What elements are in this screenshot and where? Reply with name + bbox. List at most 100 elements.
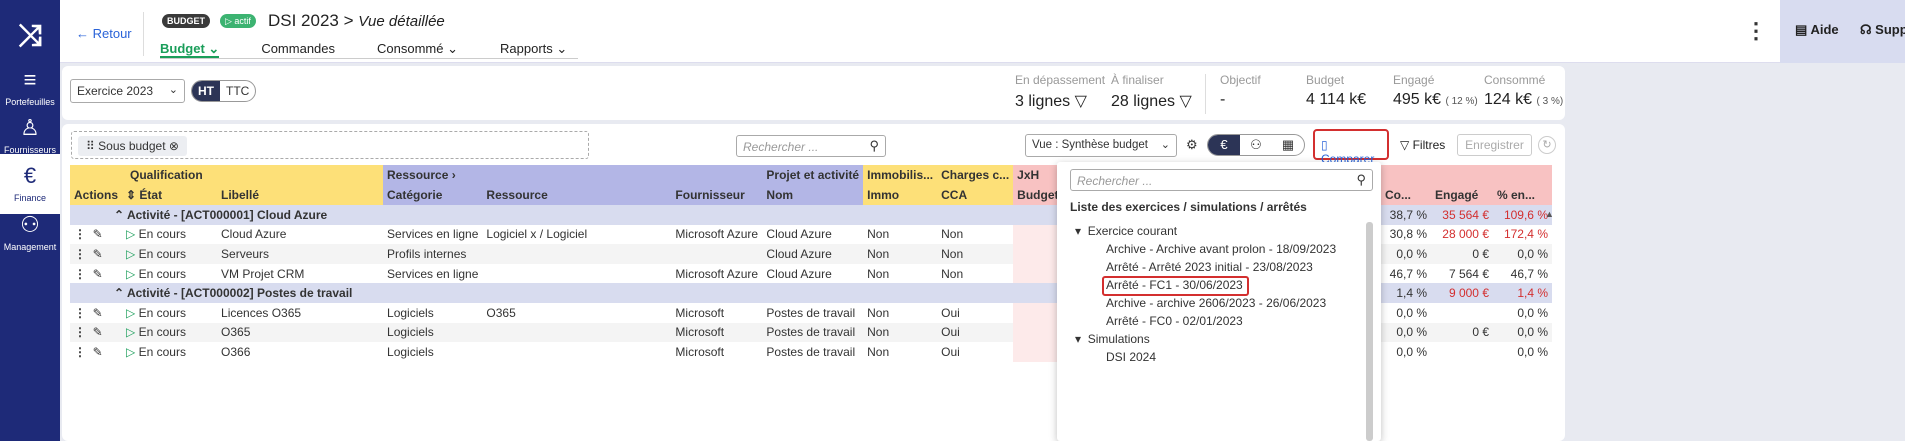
col-fournisseur[interactable]: Fournisseur [671, 185, 763, 205]
search-input[interactable]: Rechercher ... ⚲ [736, 135, 886, 157]
dropdown-item[interactable]: Archive - archive 2606/2023 - 26/06/2023 [1106, 296, 1326, 310]
kebab-icon[interactable]: ⋮ [74, 227, 86, 241]
chevron-right-icon: › [451, 168, 456, 182]
col-actions[interactable]: Actions [70, 185, 123, 205]
table-row[interactable]: ⋮ ✎ ▷ En cours VM Projet CRM Services en li… [70, 263, 1090, 284]
vue-select[interactable]: Vue : Synthèse budget ⌄ [1025, 134, 1177, 157]
cell-res [482, 322, 672, 343]
col-cca[interactable]: CCA [937, 185, 1014, 205]
section-simulations[interactable]: ▾ Simulations [1075, 332, 1150, 346]
col-nom[interactable]: Nom [762, 185, 864, 205]
chevron-down-icon: ⌄ [168, 84, 178, 96]
cell-etat: ▷ En cours [122, 302, 218, 323]
edit-icon[interactable]: ✎ [93, 247, 103, 261]
row-actions[interactable]: ⋮ ✎ [70, 302, 123, 323]
more-menu-icon[interactable]: ⋮ [1745, 18, 1767, 44]
view-mode-toggle[interactable]: € ⚇ ▦ [1207, 134, 1305, 156]
col-ressource[interactable]: Ressource [482, 185, 672, 205]
edit-icon[interactable]: ✎ [93, 267, 103, 281]
building-icon[interactable]: ▦ [1272, 135, 1304, 155]
kebab-icon[interactable]: ⋮ [74, 306, 86, 320]
save-button[interactable]: Enregistrer [1457, 134, 1532, 156]
dropdown-item[interactable]: Archive - Archive avant prolon - 18/09/2… [1106, 242, 1336, 256]
row-actions[interactable]: ⋮ ✎ [70, 322, 123, 343]
table-row[interactable]: ⋮ ✎ ▷ En cours Cloud Azure Services en lign… [70, 224, 1090, 245]
dropdown-scrollbar[interactable] [1366, 222, 1373, 441]
right-columns: Co... Engagé% en... 38,7 % 35 564 €109,6 %… [1381, 165, 1552, 362]
table-row[interactable]: ⋮ ✎ ▷ En cours O365 Logiciels Microsoft Poste… [70, 322, 1090, 343]
kpi-depassement[interactable]: En dépassement 3 lignes ▽ [1015, 73, 1105, 111]
support-button[interactable]: ☊ Support [1860, 22, 1905, 38]
topbar: ← Retour BUDGET ▷ actif DSI 2023 > Vue d… [60, 0, 1905, 63]
col-consomme[interactable]: Co... [1381, 185, 1431, 205]
row-actions[interactable]: ⋮ ✎ [70, 244, 123, 264]
edit-icon[interactable]: ✎ [93, 325, 103, 339]
ht-option[interactable]: HT [192, 81, 220, 101]
dropdown-search-input[interactable]: Rechercher ... ⚲ [1070, 169, 1373, 191]
play-circle-icon: ▷ [126, 325, 136, 340]
cell-pct: 0,0 % [1493, 342, 1552, 362]
dropdown-item[interactable]: Arrêté - Arrêté 2023 initial - 23/08/202… [1106, 260, 1313, 274]
back-link[interactable]: ← Retour [76, 26, 132, 41]
ht-ttc-toggle[interactable]: HT TTC [191, 80, 257, 102]
table-row[interactable]: ⋮ ✎ ▷ En cours Licences O365 Logiciels O365 M… [70, 302, 1090, 323]
col-categorie[interactable]: Catégorie [383, 185, 483, 205]
kebab-icon[interactable]: ⋮ [74, 325, 86, 339]
group-row[interactable]: ⌃ Activité - [ACT000002] Postes de trava… [70, 283, 1090, 303]
sous-budget-dropzone[interactable]: ⠿ Sous budget ⊗ [71, 131, 589, 159]
dropdown-item[interactable]: Arrêté - FC0 - 02/01/2023 [1106, 314, 1243, 328]
kpi-a-finaliser[interactable]: À finaliser 28 lignes ▽ [1111, 73, 1192, 111]
cell-four [671, 244, 763, 264]
cell-cca: Oui [937, 342, 1014, 362]
kebab-icon[interactable]: ⋮ [74, 345, 86, 359]
kpi-label: En dépassement [1015, 73, 1106, 87]
cell-four: Microsoft [671, 342, 763, 362]
tab-budget[interactable]: Budget ⌄ [160, 38, 220, 58]
cell-engage: 28 000 € [1431, 224, 1493, 245]
edit-icon[interactable]: ✎ [93, 227, 103, 241]
group-ressource[interactable]: Ressource › [383, 165, 763, 185]
group-charges: Charges c... [937, 165, 1014, 185]
etat-text: En cours [138, 344, 186, 359]
scroll-up-icon[interactable]: ▲ [1545, 209, 1554, 219]
row-actions[interactable]: ⋮ ✎ [70, 224, 123, 245]
sous-budget-chip[interactable]: ⠿ Sous budget ⊗ [78, 136, 187, 156]
group-row[interactable]: ⌃ Activité - [ACT000001] Cloud Azure [70, 205, 1090, 225]
kpi-label: À finaliser [1111, 73, 1164, 87]
gear-icon[interactable]: ⚙ [1186, 137, 1198, 153]
section-exercice-courant[interactable]: ▾ Exercice courant [1075, 224, 1177, 238]
col-immo[interactable]: Immo [863, 185, 938, 205]
refresh-icon[interactable]: ↻ [1538, 136, 1556, 154]
row-actions[interactable]: ⋮ ✎ [70, 263, 123, 284]
group-qualification: Qualification [70, 165, 384, 185]
col-engage[interactable]: Engagé [1431, 185, 1493, 205]
euro-icon[interactable]: € [1208, 135, 1240, 155]
kebab-icon[interactable]: ⋮ [74, 247, 86, 261]
cell-consomme: 38,7 % [1381, 205, 1431, 225]
users-icon[interactable]: ⚇ [1240, 135, 1272, 155]
sidebar-item-management[interactable]: ⚇ Management [0, 203, 60, 263]
table-row[interactable]: ⋮ ✎ ▷ En cours Serveurs Profils internes Clo… [70, 244, 1090, 264]
row-actions[interactable]: ⋮ ✎ [70, 342, 123, 362]
filters-button[interactable]: ▽ Filtres [1400, 138, 1445, 152]
tab-rapports[interactable]: Rapports ⌄ [500, 38, 567, 58]
cell-engage: 35 564 € [1431, 205, 1493, 225]
tab-consomme[interactable]: Consommé ⌄ [377, 38, 458, 58]
table-row[interactable]: ⋮ ✎ ▷ En cours O366 Logiciels Microsoft Poste… [70, 342, 1090, 362]
edit-icon[interactable]: ✎ [93, 345, 103, 359]
ttc-option[interactable]: TTC [220, 81, 255, 101]
compare-button[interactable]: ▯ Comparer [1313, 129, 1389, 166]
tab-commandes[interactable]: Commandes [261, 38, 335, 58]
close-icon[interactable]: ⊗ [169, 139, 179, 153]
kpi-label: Budget [1306, 73, 1345, 87]
col-libelle[interactable]: Libellé [217, 185, 384, 205]
edit-icon[interactable]: ✎ [93, 306, 103, 320]
col-etat[interactable]: ⇕ État [122, 185, 218, 205]
help-button[interactable]: ▤ Aide [1795, 22, 1839, 38]
dropdown-item[interactable]: DSI 2024 [1106, 350, 1156, 364]
cell-libelle: Serveurs [217, 244, 384, 264]
play-circle-icon: ▷ [126, 266, 136, 281]
kebab-icon[interactable]: ⋮ [74, 267, 86, 281]
exercice-select[interactable]: Exercice 2023 ⌄ [70, 79, 185, 103]
col-pct-engage[interactable]: % en... [1493, 185, 1552, 205]
